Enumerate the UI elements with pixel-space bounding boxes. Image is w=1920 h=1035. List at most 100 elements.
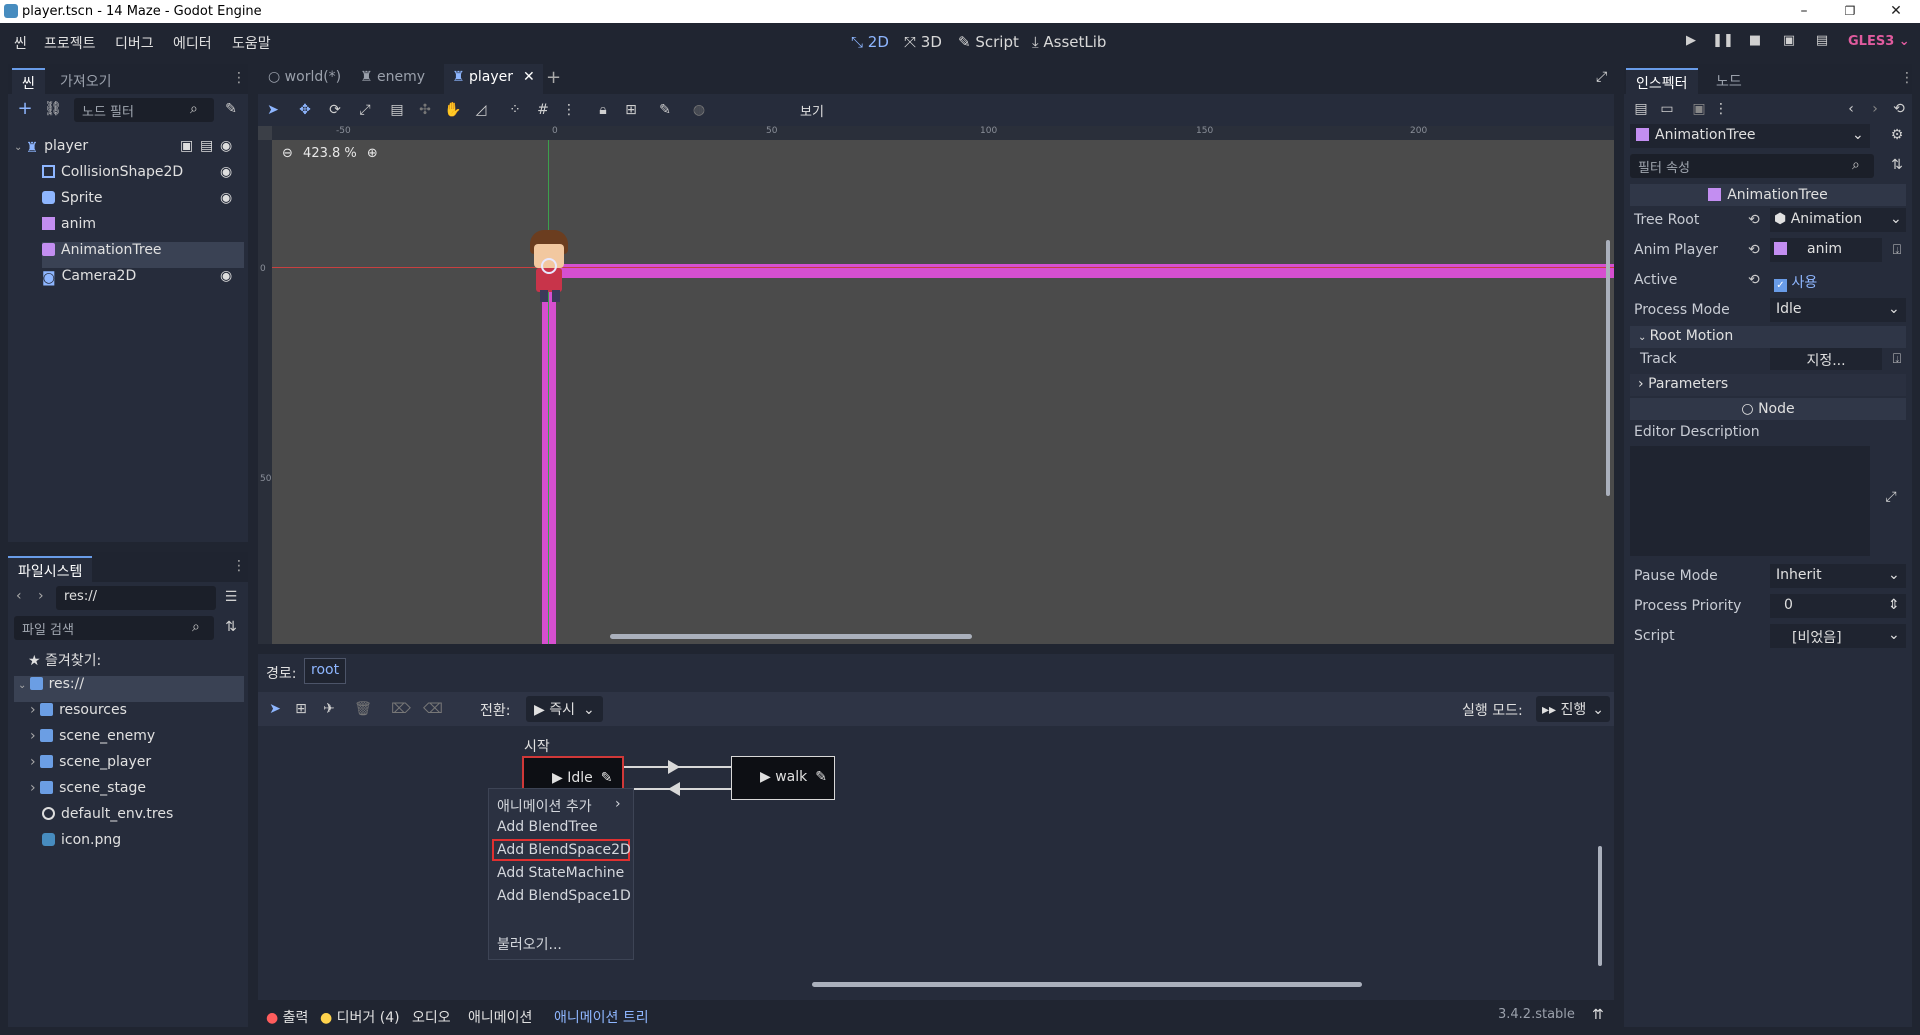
recent-history-icon[interactable]: ⟲ (1888, 98, 1910, 120)
canvas-viewport[interactable]: ⊖ 423.8 % ⊕ (272, 140, 1614, 644)
play-custom-scene-icon[interactable]: ▤ (1811, 33, 1833, 53)
fullscreen-icon[interactable]: ⤢ (1596, 69, 1607, 85)
section-parameters[interactable]: › Parameters (1630, 374, 1906, 396)
revert-icon[interactable]: ⟲ (1748, 272, 1760, 288)
ruler-tool-icon[interactable]: ◿ (470, 99, 492, 121)
path-root-button[interactable]: root (304, 658, 347, 684)
menu-item-add-blendspace2d[interactable]: Add BlendSpace2D (497, 842, 631, 858)
visibility-eye-icon[interactable]: ◉ (220, 138, 232, 154)
history-forward-icon[interactable]: › (1864, 98, 1886, 120)
player-sprite[interactable] (520, 230, 578, 306)
scene-tab-player[interactable]: ♜ player ✕ (444, 64, 543, 94)
edit-icon[interactable]: ✎ (601, 770, 613, 786)
revert-icon[interactable]: ⟲ (1748, 212, 1760, 228)
tab-output[interactable]: ● 출력 (266, 1007, 308, 1027)
workspace-script[interactable]: ✎ Script (958, 33, 1019, 51)
dock-menu-icon[interactable]: ⋮ (232, 558, 246, 574)
object-selector[interactable]: AnimationTree ⌄ (1630, 124, 1870, 148)
section-root-motion[interactable]: ⌄ Root Motion (1630, 326, 1906, 348)
more-options-icon[interactable]: ⋮ (1710, 98, 1732, 120)
visibility-eye-icon[interactable]: ◉ (220, 268, 232, 284)
menu-help[interactable]: 도움말 (232, 33, 271, 53)
edit-icon[interactable]: ✎ (815, 769, 827, 785)
filter-options-icon[interactable]: ⇅ (1886, 154, 1908, 176)
rotate-tool-icon[interactable]: ⟳ (324, 99, 346, 121)
menu-item-add-blendspace1d[interactable]: Add BlendSpace1D (497, 888, 631, 904)
tree-node-collisionshape2d[interactable]: CollisionShape2D ◉ (42, 164, 244, 190)
workspace-2d[interactable]: ⤡ 2D (851, 33, 889, 51)
state-node-walk[interactable]: ▶ walk ✎ (731, 756, 835, 800)
revert-icon[interactable]: ⟲ (1748, 242, 1760, 258)
tab-animation[interactable]: 애니메이션 (468, 1007, 532, 1027)
workspace-assetlib[interactable]: ⤓ AssetLib (1032, 33, 1106, 51)
camera-override-icon[interactable]: ◍ (688, 99, 710, 121)
tab-filesystem[interactable]: 파일시스템 (8, 556, 93, 582)
prop-active-checkbox[interactable]: ✓ 사용 (1774, 272, 1817, 292)
minimize-button[interactable]: – (1781, 0, 1827, 23)
move-tool-icon[interactable]: ✥ (294, 99, 316, 121)
folder-scene-stage[interactable]: › scene_stage (30, 780, 146, 806)
set-start-icon[interactable]: ⌦ (390, 698, 412, 720)
pivot-tool-icon[interactable]: ✣ (414, 99, 436, 121)
stop-icon[interactable]: ■ (1744, 33, 1766, 53)
group-icon[interactable]: ▣ (180, 138, 193, 154)
zoom-level[interactable]: 423.8 % (303, 146, 357, 161)
prop-pause-mode-value[interactable]: Inherit ⌄ (1770, 564, 1906, 588)
favorites-row[interactable]: ★ 즐겨찾기: (28, 650, 101, 676)
prop-anim-player-value[interactable]: anim (1770, 238, 1882, 262)
tab-import[interactable]: 가져오기 (50, 68, 122, 94)
scale-tool-icon[interactable]: ⤢ (354, 99, 376, 121)
file-default-env[interactable]: default_env.tres (42, 806, 173, 832)
workspace-3d[interactable]: ⤧ 3D (904, 33, 942, 51)
add-node-icon[interactable]: + (14, 98, 36, 120)
list-view-icon[interactable]: ☰ (220, 586, 242, 608)
save-icon[interactable]: ▣ (1688, 98, 1710, 120)
object-tools-icon[interactable]: ⚙ (1886, 124, 1908, 146)
smart-snap-icon[interactable]: ⁘ (504, 99, 526, 121)
editor-description-textarea[interactable] (1630, 446, 1870, 556)
pause-icon[interactable]: ❚❚ (1712, 33, 1734, 53)
sort-icon[interactable]: ⇅ (220, 616, 242, 638)
tab-animation-tree[interactable]: 애니메이션 트리 (554, 1007, 649, 1027)
menu-project[interactable]: 프로젝트 (44, 33, 96, 53)
snap-options-icon[interactable]: ⋮ (558, 99, 580, 121)
tree-node-anim[interactable]: anim (42, 216, 244, 242)
horizontal-scrollbar[interactable] (812, 982, 1362, 987)
folder-scene-player[interactable]: › scene_player (30, 754, 151, 780)
prop-tree-root-value[interactable]: ⬢ Animation ⌄ (1770, 208, 1906, 232)
create-node-icon[interactable]: ⊞ (290, 698, 312, 720)
tab-scene[interactable]: 씬 (12, 68, 45, 94)
visibility-eye-icon[interactable]: ◉ (220, 164, 232, 180)
file-search-input[interactable]: 파일 검색 (14, 616, 214, 640)
menu-item-add-blendtree[interactable]: Add BlendTree (497, 819, 598, 835)
state-machine-graph[interactable]: 시작 ▶ Idle ✎ ▶ walk ✎ (258, 726, 1614, 1000)
grid-snap-icon[interactable]: # (532, 99, 554, 121)
menu-item-add-animation[interactable]: 애니메이션 추가 › (497, 796, 627, 816)
prop-track-value[interactable]: 지정... (1770, 348, 1882, 370)
select-tool-icon[interactable]: ➤ (264, 698, 286, 720)
zoom-out-icon[interactable]: ⊖ (282, 146, 293, 161)
pan-tool-icon[interactable]: ✋ (442, 99, 464, 121)
select-tool-icon[interactable]: ➤ (262, 99, 284, 121)
assign-node-icon[interactable]: ⍗ (1886, 239, 1908, 261)
menu-item-load[interactable]: 불러오기... (497, 934, 562, 954)
expand-panel-icon[interactable]: ⇈ (1592, 1007, 1604, 1023)
list-select-icon[interactable]: ▤ (386, 99, 408, 121)
stepper-icon[interactable]: ⇕ (1888, 597, 1900, 613)
res-root-row[interactable]: ⌄ res:// (14, 676, 244, 702)
play-icon[interactable]: ▶ (1680, 33, 1702, 53)
expand-text-icon[interactable]: ⤢ (1880, 486, 1902, 508)
dock-menu-icon[interactable]: ⋮ (232, 70, 246, 86)
folder-scene-enemy[interactable]: › scene_enemy (30, 728, 155, 754)
vertical-scrollbar[interactable] (1606, 240, 1610, 496)
tab-audio[interactable]: 오디오 (412, 1007, 451, 1027)
assign-track-icon[interactable]: ⍗ (1886, 348, 1908, 370)
new-resource-icon[interactable]: ▤ (1630, 98, 1652, 120)
play-mode-select[interactable]: ▸▸ 진행 ⌄ (1536, 696, 1611, 722)
file-icon-png[interactable]: icon.png (42, 832, 121, 858)
tree-node-camera2d[interactable]: ◙ Camera2D ◉ (42, 268, 244, 294)
group-nodes-icon[interactable]: ⊞ (620, 99, 642, 121)
prop-process-priority-value[interactable]: 0 ⇕ (1770, 594, 1906, 618)
menu-scene[interactable]: 씬 (14, 33, 27, 53)
horizontal-scrollbar[interactable] (610, 634, 972, 639)
